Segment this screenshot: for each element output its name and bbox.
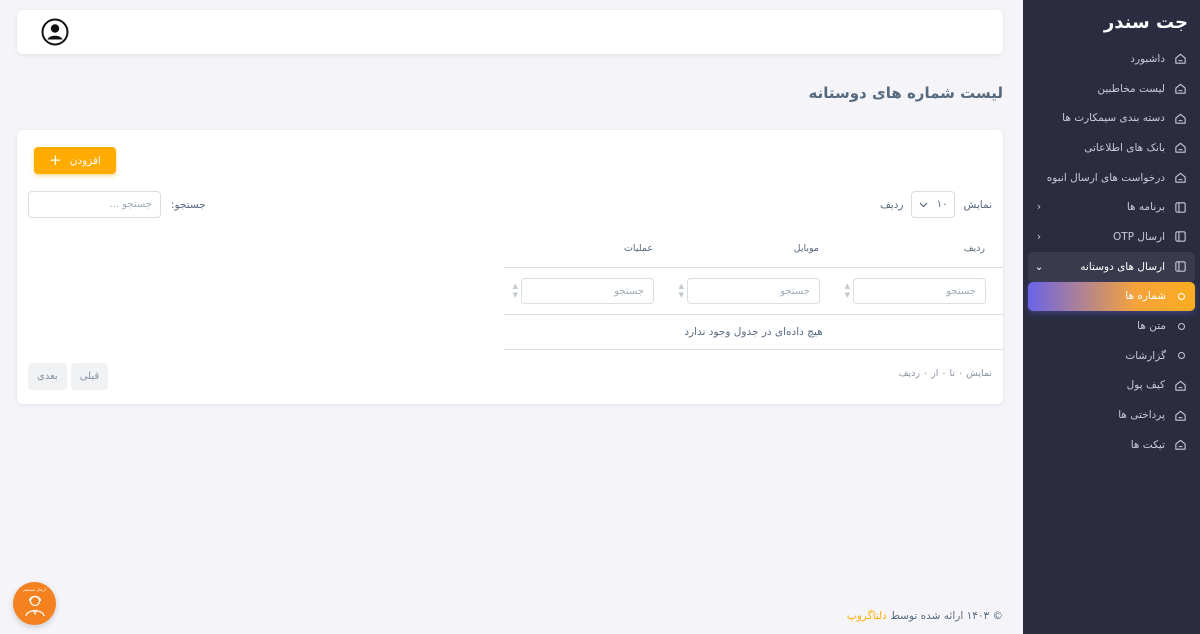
sidebar-item-label: بانک های اطلاعاتی xyxy=(1084,141,1165,154)
home-icon xyxy=(1173,408,1187,422)
search-input[interactable] xyxy=(28,191,161,218)
footer-company-link[interactable]: دلتاگروپ xyxy=(847,610,887,622)
sidebar: جت سندر داشبورد لیست مخاطبین دسته بندی سیم… xyxy=(1023,0,1200,634)
sidebar-item-label: متن ها xyxy=(1137,320,1166,333)
sidebar-item[interactable]: درخواست های ارسال انبوه xyxy=(1028,163,1195,193)
home-icon xyxy=(1173,438,1187,452)
sidebar-menu: داشبورد لیست مخاطبین دسته بندی سیمکارت ها ب… xyxy=(1023,44,1200,460)
filter-input-mobile[interactable] xyxy=(687,278,820,304)
sidebar-item-label: کیف پول xyxy=(1126,379,1165,392)
sidebar-item-label: شماره ها xyxy=(1125,290,1166,303)
layout-icon xyxy=(1173,230,1187,244)
sidebar-item[interactable]: دسته بندی سیمکارت ها xyxy=(1028,103,1195,133)
numbers-table: ردیف موبایل عملیات ▲▼ ▲▼ ▲▼ هیچ داده‌ای … xyxy=(504,230,1003,350)
home-icon xyxy=(1173,171,1187,185)
add-button-label: افزودن xyxy=(69,154,101,167)
home-icon xyxy=(1173,82,1187,96)
sidebar-item[interactable]: گزارشات xyxy=(1028,341,1195,371)
home-icon xyxy=(1173,52,1187,66)
chevron-down-icon xyxy=(920,202,928,207)
table-header-row: ردیف موبایل عملیات xyxy=(504,230,1003,268)
column-header-actions: عملیات xyxy=(623,243,653,254)
page-length-select[interactable]: ۱۰ xyxy=(911,191,956,218)
column-header-row[interactable]: ردیف xyxy=(837,243,1003,254)
sidebar-item[interactable]: متن ها xyxy=(1028,311,1195,341)
footer-copyright: © ۱۴۰۳ ارائه شده توسط xyxy=(890,610,1003,622)
circle-icon xyxy=(1178,292,1185,300)
sidebar-item[interactable]: داشبورد xyxy=(1028,44,1195,74)
sidebar-item[interactable]: برنامه ها ‹ xyxy=(1028,192,1195,222)
next-page-button[interactable]: بعدی xyxy=(28,363,67,390)
footer: © ۱۴۰۳ ارائه شده توسط دلتاگروپ xyxy=(847,610,1003,622)
sidebar-item[interactable]: شماره ها xyxy=(1028,281,1195,312)
table-info: نمایش ۰ تا ۰ از ۰ ردیف xyxy=(898,368,992,379)
sidebar-item-label: داشبورد xyxy=(1130,52,1165,65)
sort-icon[interactable]: ▲ ▼ xyxy=(679,282,684,300)
layout-icon xyxy=(1173,260,1187,274)
sidebar-item[interactable]: کیف پول xyxy=(1028,371,1195,401)
sidebar-item-label: تیکت ها xyxy=(1130,438,1165,451)
circle-icon xyxy=(1178,322,1185,330)
sidebar-item-label: درخواست های ارسال انبوه xyxy=(1046,171,1165,184)
rows-label: ردیف xyxy=(879,198,904,211)
sidebar-item[interactable]: تیکت ها xyxy=(1028,430,1195,460)
top-navbar xyxy=(17,10,1003,54)
table-filter-row: ▲▼ ▲▼ ▲▼ xyxy=(504,268,1003,315)
numbers-card: افزودن + نمایش ۱۰ ردیف جستجو: ردیف موبای… xyxy=(17,130,1003,404)
brand-logo[interactable]: جت سندر xyxy=(1023,0,1200,44)
home-icon xyxy=(1173,111,1187,125)
sidebar-item[interactable]: لیست مخاطبین xyxy=(1028,74,1195,104)
search-label: جستجو: xyxy=(171,198,206,211)
sidebar-item-label: ارسال OTP xyxy=(1113,230,1165,243)
support-agent-icon xyxy=(24,595,45,617)
home-icon xyxy=(1173,141,1187,155)
previous-page-button[interactable]: قبلی xyxy=(70,363,109,390)
sidebar-item[interactable]: ارسال OTP ‹ xyxy=(1028,222,1195,252)
sidebar-item[interactable]: ارسال های دوستانه ⌄ xyxy=(1028,251,1195,282)
plus-icon: + xyxy=(49,151,62,169)
table-search: جستجو: xyxy=(28,191,206,218)
user-avatar-icon[interactable] xyxy=(41,18,69,46)
filter-input-actions[interactable] xyxy=(521,278,654,304)
page-length-value: ۱۰ xyxy=(936,199,948,210)
sidebar-item-label: پرداختی ها xyxy=(1118,409,1165,422)
pagination: بعدی قبلی xyxy=(28,363,109,390)
filter-cell-row: ▲▼ xyxy=(837,278,1003,304)
page-length-control: نمایش ۱۰ ردیف xyxy=(880,191,992,218)
sidebar-item-label: ارسال های دوستانه xyxy=(1080,260,1165,273)
layout-icon xyxy=(1173,200,1187,214)
sidebar-item[interactable]: پرداختی ها xyxy=(1028,400,1195,430)
add-button[interactable]: افزودن + xyxy=(34,147,116,174)
filter-cell-actions: ▲▼ xyxy=(505,278,671,304)
support-chat-button[interactable]: آرمان سیستم xyxy=(13,582,56,625)
sidebar-item-label: دسته بندی سیمکارت ها xyxy=(1062,112,1165,125)
show-label: نمایش xyxy=(963,198,992,211)
chevron-left-icon: ‹ xyxy=(1036,201,1042,214)
filter-cell-mobile: ▲▼ xyxy=(671,278,837,304)
sidebar-item-label: گزارشات xyxy=(1125,349,1166,362)
empty-table-message: هیچ داده‌ای در جدول وجود ندارد xyxy=(504,315,1003,350)
circle-icon xyxy=(1178,352,1185,360)
home-icon xyxy=(1173,378,1187,392)
column-header-mobile[interactable]: موبایل xyxy=(671,243,837,254)
chevron-down-icon: ⌄ xyxy=(1034,260,1044,273)
page-title: لیست شماره های دوستانه xyxy=(808,84,1003,102)
filter-input-row[interactable] xyxy=(853,278,986,304)
sidebar-item-label: برنامه ها xyxy=(1126,201,1165,214)
sort-icon[interactable]: ▲ ▼ xyxy=(513,282,518,300)
sort-icon[interactable]: ▲ ▼ xyxy=(845,282,850,300)
sidebar-item[interactable]: بانک های اطلاعاتی xyxy=(1028,133,1195,163)
chevron-left-icon: ‹ xyxy=(1036,230,1042,243)
sidebar-item-label: لیست مخاطبین xyxy=(1097,82,1165,95)
